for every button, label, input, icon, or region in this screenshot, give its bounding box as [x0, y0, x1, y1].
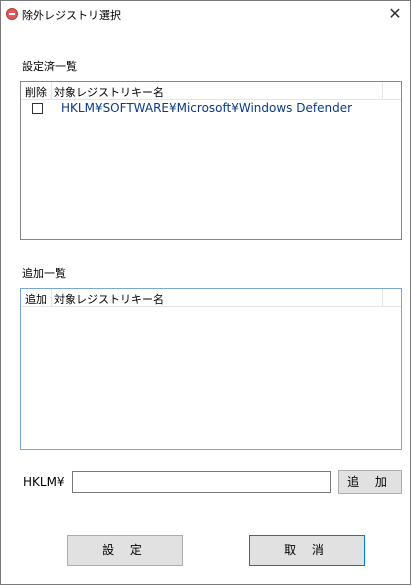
column-divider: [382, 289, 383, 306]
title-bar[interactable]: 除外レジストリ選択 ✕: [1, 1, 411, 29]
close-button[interactable]: ✕: [383, 3, 407, 25]
additions-list[interactable]: 追加 対象レジストリキー名: [20, 288, 402, 450]
dialog-window: 除外レジストリ選択 ✕ 設定済一覧 削除 対象レジストリキー名 HKLM¥SOF…: [0, 0, 411, 585]
registry-key-text: HKLM¥SOFTWARE¥Microsoft¥Windows Defender: [61, 101, 353, 115]
configured-list-header: 削除 対象レジストリキー名: [21, 82, 401, 100]
additions-list-header: 追加 対象レジストリキー名: [21, 289, 401, 307]
column-divider: [382, 82, 383, 99]
window-title: 除外レジストリ選択: [22, 9, 121, 22]
column-header-delete[interactable]: 削除: [25, 84, 47, 100]
column-divider: [51, 82, 52, 99]
add-button[interactable]: 追 加: [338, 470, 402, 494]
set-button[interactable]: 設 定: [67, 535, 183, 566]
registry-key-input[interactable]: [72, 471, 331, 493]
column-header-registry-key[interactable]: 対象レジストリキー名: [54, 291, 164, 307]
app-icon: [6, 8, 18, 20]
cancel-button[interactable]: 取 消: [249, 535, 365, 566]
list-item[interactable]: HKLM¥SOFTWARE¥Microsoft¥Windows Defender: [21, 100, 401, 118]
configured-section-label: 設定済一覧: [22, 60, 77, 73]
column-divider: [51, 289, 52, 306]
configured-list[interactable]: 削除 対象レジストリキー名 HKLM¥SOFTWARE¥Microsoft¥Wi…: [20, 81, 402, 240]
column-header-registry-key[interactable]: 対象レジストリキー名: [54, 84, 164, 100]
column-header-add[interactable]: 追加: [25, 291, 47, 307]
delete-checkbox[interactable]: [32, 103, 43, 114]
registry-prefix-label: HKLM¥: [23, 475, 65, 489]
additions-section-label: 追加一覧: [22, 267, 66, 280]
